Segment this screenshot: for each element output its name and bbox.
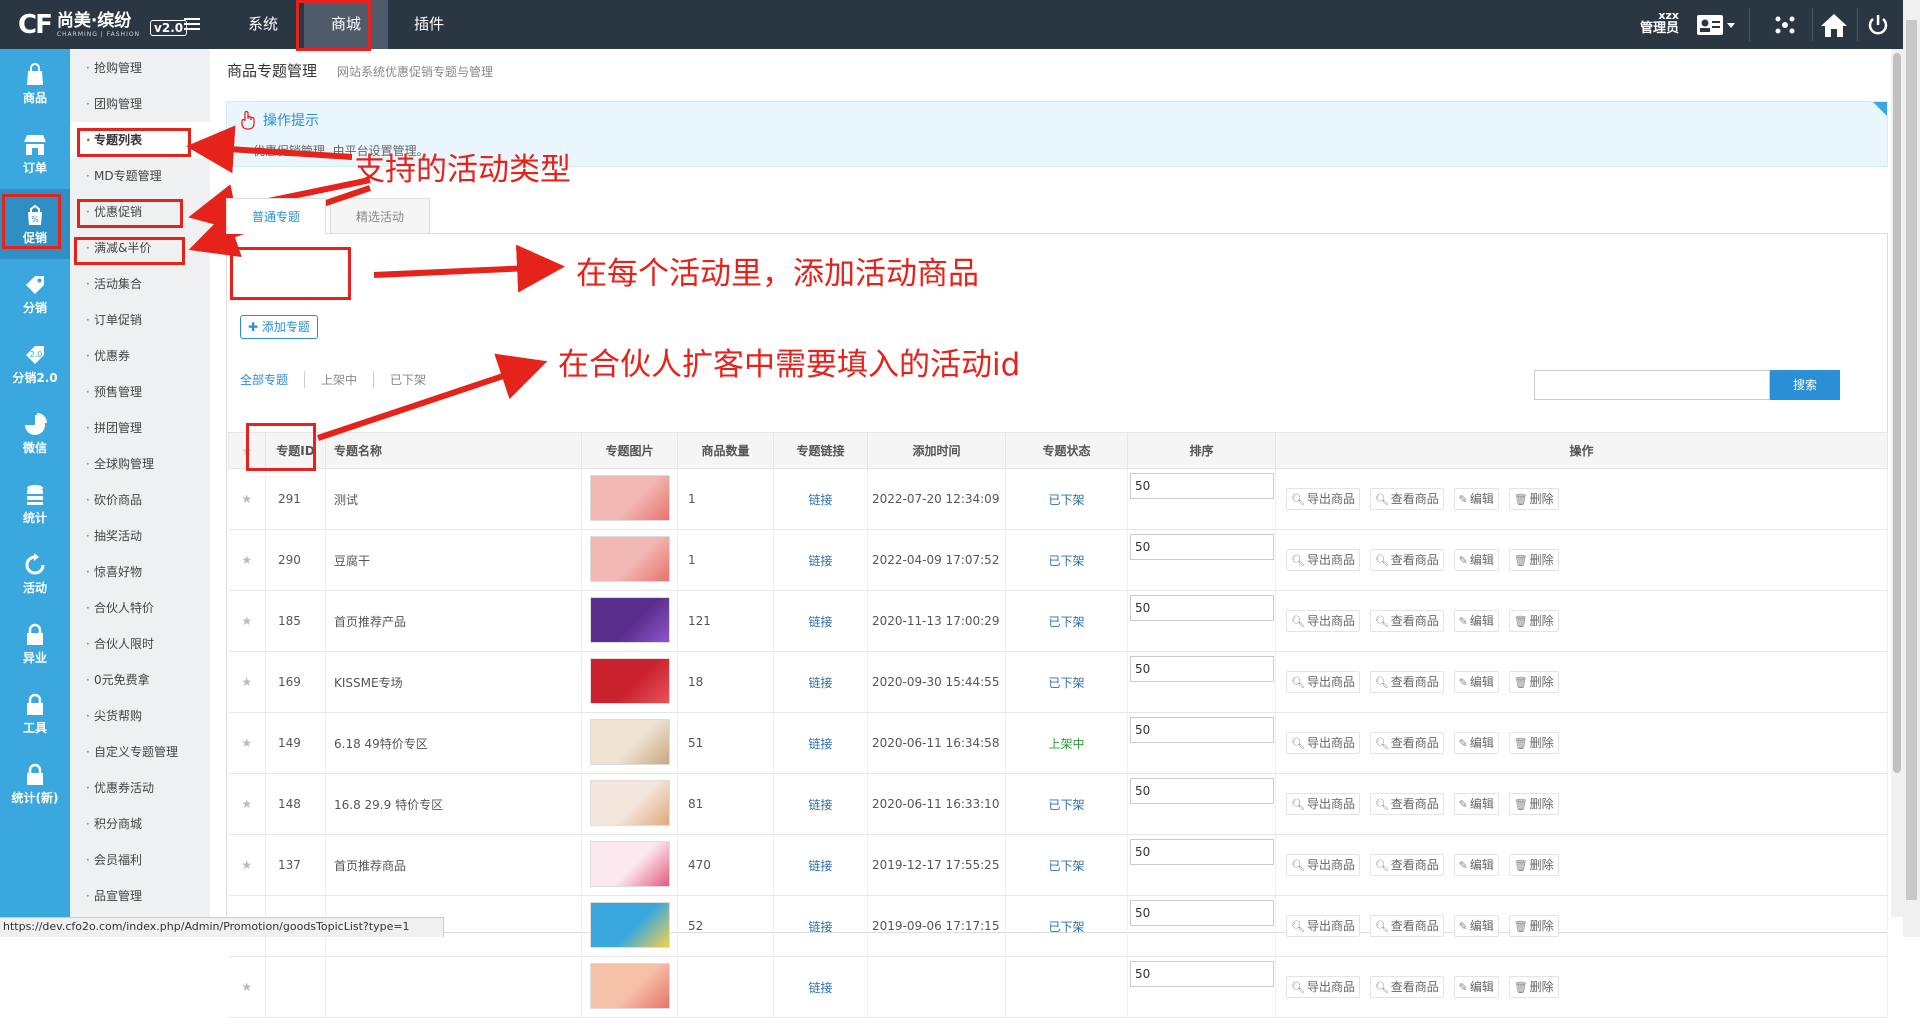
sort-cell: 50 xyxy=(1127,956,1276,1018)
goods-qty xyxy=(677,956,774,1018)
topic-image-cell xyxy=(581,956,678,1018)
status-bar-url: https://dev.cfo2o.com/index.php/Admin/Pr… xyxy=(0,917,444,937)
topic-name xyxy=(325,956,582,1018)
annotation-arrows xyxy=(186,125,565,441)
export-goods-label: 导出商品 xyxy=(1306,980,1355,994)
annotation-add-goods: 在每个活动里，添加活动商品 xyxy=(576,256,979,292)
status-badge xyxy=(1005,956,1128,1018)
sort-input[interactable]: 50 xyxy=(1130,961,1274,987)
edit-button[interactable]: ✎ 编辑 xyxy=(1453,976,1499,998)
annotation-types: 支持的活动类型 xyxy=(354,152,571,188)
view-goods-label: 查看商品 xyxy=(1390,980,1439,994)
export-goods-button[interactable]: 🔍︎ 导出商品 xyxy=(1286,976,1360,998)
annotation-activity-id: 在合伙人扩客中需要填入的活动id xyxy=(558,347,1021,383)
view-goods-button[interactable]: 🔍︎ 查看商品 xyxy=(1369,976,1444,998)
edit-label: 编辑 xyxy=(1469,980,1494,994)
delete-label: 删除 xyxy=(1529,980,1554,994)
tab-normal-topics[interactable]: 普通专题 xyxy=(226,198,327,234)
edit-icon: ✎ xyxy=(1458,981,1468,994)
added-time xyxy=(867,956,1006,1018)
topic-image xyxy=(589,962,670,1009)
topic-id xyxy=(265,956,326,1018)
search-icon: 🔍︎ xyxy=(1291,981,1305,994)
star-icon[interactable]: ★ xyxy=(228,956,266,1018)
search-icon: 🔍︎ xyxy=(1374,981,1389,994)
topic-link[interactable]: 链接 xyxy=(773,956,868,1018)
ops-cell: 🔍︎ 导出商品 🔍︎ 查看商品 ✎ 编辑 🗑︎ 删除 xyxy=(1275,956,1888,1018)
trash-icon: 🗑︎ xyxy=(1513,981,1528,994)
table-row: ★ 链接 50 🔍︎ 导出商品 🔍︎ 查看商品 ✎ 编辑 🗑︎ 删除 xyxy=(228,956,1888,1018)
delete-button[interactable]: 🗑︎ 删除 xyxy=(1508,976,1559,998)
